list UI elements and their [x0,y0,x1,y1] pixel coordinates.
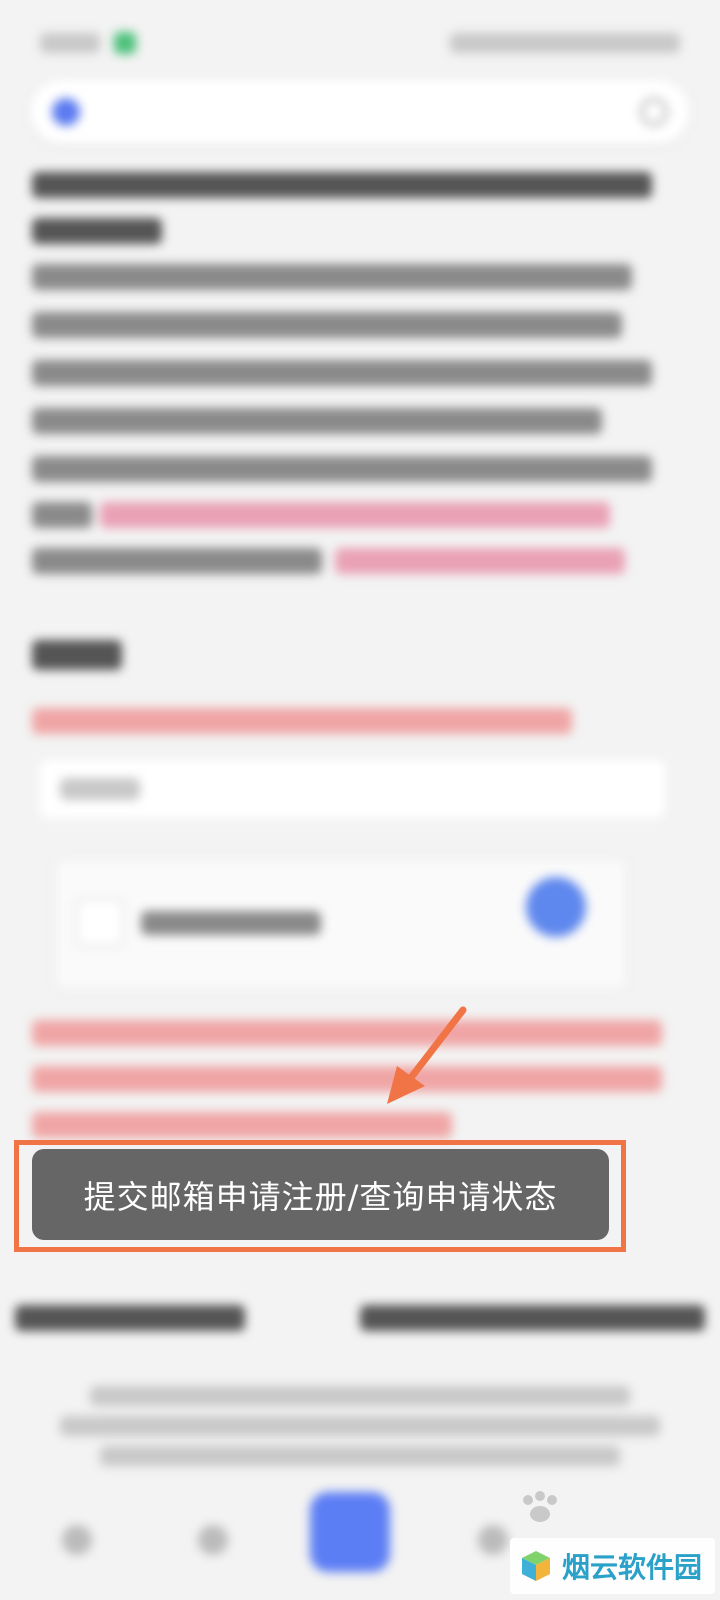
menu-icon[interactable] [478,1525,508,1555]
search-bar[interactable] [30,80,690,144]
email-input[interactable] [40,760,665,818]
notice-line [32,1112,452,1138]
captcha-checkbox[interactable] [76,899,124,947]
notification-icon [114,32,136,54]
text-line [32,408,602,434]
text-line [32,548,322,574]
captcha-widget[interactable] [55,858,627,990]
warning-line [32,708,572,734]
text-line [32,312,622,338]
arrow-pointer-icon [387,1006,467,1104]
notice-line [32,1020,662,1046]
status-time [40,33,100,53]
text-line [32,218,162,244]
tabs-icon[interactable] [198,1525,228,1555]
status-icons [450,33,680,53]
status-bar [40,28,680,58]
baidu-watermark-icon [520,1490,560,1531]
watermark-text: 烟云软件园 [562,1551,703,1584]
captcha-logo-icon [526,877,586,937]
submit-email-toast[interactable]: 提交邮箱申请注册/查询申请状态 [32,1149,609,1240]
text-line [32,456,652,482]
home-button[interactable] [310,1492,390,1572]
site-watermark: 烟云软件园 [510,1538,715,1594]
notice-line [32,1066,662,1092]
scan-icon[interactable] [640,98,668,126]
link-line [335,548,625,574]
text-line [32,172,652,198]
back-icon[interactable] [62,1525,92,1555]
section-heading [32,640,122,670]
browser-logo-icon [52,98,80,126]
text-line [32,264,632,290]
link-line [100,502,610,528]
footer-links [15,1300,705,1336]
cube-logo-icon [522,1551,550,1581]
blurred-page-background [0,0,720,1600]
toast-message: 提交邮箱申请注册/查询申请状态 [83,1177,558,1216]
text-line [32,502,92,528]
text-line [32,360,652,386]
